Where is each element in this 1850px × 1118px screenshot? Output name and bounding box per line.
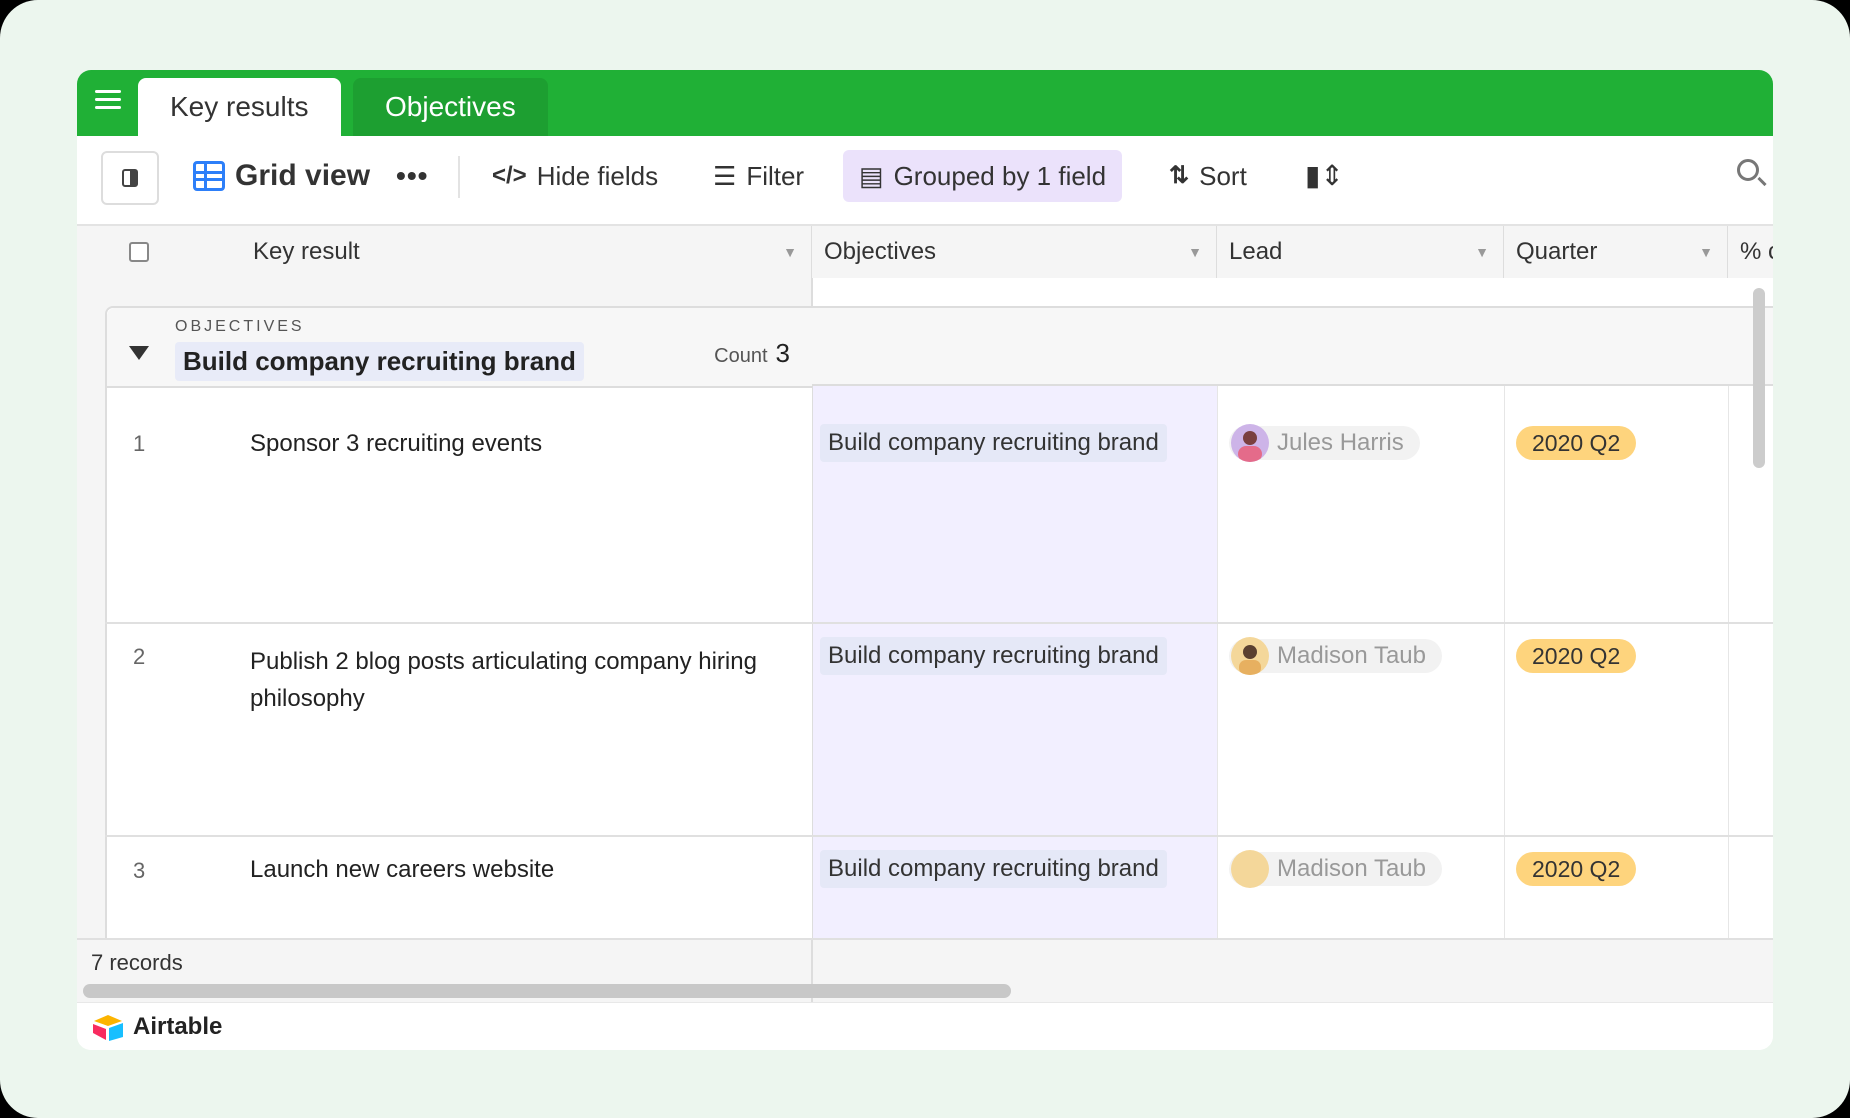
quarter-pill[interactable]: 2020 Q2 [1516,426,1637,460]
filter-button[interactable]: ☰ Filter [713,150,804,202]
hide-fields-button[interactable]: </> Hide fields [492,150,658,202]
header-percent[interactable]: % c [1728,226,1773,278]
row-number: 2 [133,644,146,669]
header-quarter-label: Quarter [1516,238,1598,265]
sort-label: Sort [1199,161,1247,191]
row-height-button[interactable]: ▮⇕ [1305,150,1344,202]
count-value: 3 [775,338,790,368]
chevron-down-icon[interactable]: ▼ [783,226,797,278]
objective-link-pill[interactable]: Build company recruiting brand [820,850,1167,888]
lead-name: Madison Taub [1277,642,1426,669]
column-header-row: Key result ▼ Objectives ▼ Lead ▼ Quarter… [77,226,1773,280]
view-name: Grid view [235,159,371,192]
lead-name: Madison Taub [1277,855,1426,882]
table-tab-bar: Key results Objectives [77,70,1773,136]
header-objectives[interactable]: Objectives ▼ [812,226,1217,278]
header-key-result-label: Key result [253,238,360,265]
chevron-down-icon[interactable]: ▼ [1188,226,1202,278]
tab-key-results[interactable]: Key results [138,78,341,136]
hamburger-menu-icon[interactable] [95,90,121,112]
lead-pill[interactable]: Madison Taub [1229,850,1442,888]
airtable-logo-icon[interactable] [91,1013,125,1041]
lead-name: Jules Harris [1277,429,1404,456]
objective-link-pill[interactable]: Build company recruiting brand [820,637,1167,675]
quarter-pill[interactable]: 2020 Q2 [1516,852,1637,886]
group-label: Grouped by 1 field [893,161,1107,191]
view-toolbar: Grid view ••• </> Hide fields ☰ Filter ▤… [77,136,1773,226]
row-divider [105,622,1773,624]
sort-icon: ⇅ [1169,162,1190,189]
chevron-down-icon[interactable]: ▼ [1699,226,1713,278]
row-number: 3 [133,858,146,883]
sidebar-toggle-button[interactable] [101,151,159,205]
lead-pill[interactable]: Madison Taub [1229,637,1442,675]
group-field-label: OBJECTIVES [175,318,305,335]
vertical-scrollbar[interactable] [1753,288,1765,468]
row-height-icon: ▮⇕ [1305,160,1344,191]
filter-label: Filter [746,161,805,191]
quarter-pill[interactable]: 2020 Q2 [1516,639,1637,673]
summary-bar: 7 records [77,938,1773,1004]
header-lead-label: Lead [1229,238,1283,265]
objective-link-pill[interactable]: Build company recruiting brand [820,424,1167,462]
record-count: 7 records [91,950,183,975]
collapse-triangle-icon[interactable] [129,346,149,360]
key-result-cell[interactable]: Launch new careers website [250,856,770,884]
airtable-logo-text[interactable]: Airtable [133,1013,222,1041]
key-result-cell[interactable]: Publish 2 blog posts articulating compan… [250,643,770,717]
header-quarter[interactable]: Quarter ▼ [1504,226,1728,278]
count-label: Count [714,345,768,367]
row-divider [105,835,1773,837]
key-result-cell[interactable]: Sponsor 3 recruiting events [250,430,770,458]
toolbar-divider [458,156,460,198]
sort-button[interactable]: ⇅ Sort [1169,150,1247,202]
search-icon[interactable] [1737,159,1759,181]
tab-objectives[interactable]: Objectives [353,78,548,136]
avatar [1231,637,1269,675]
filter-icon: ☰ [713,161,737,191]
grid-body: OBJECTIVES Build company recruiting bran… [77,278,1773,938]
header-key-result[interactable]: Key result ▼ [77,226,812,278]
header-lead[interactable]: Lead ▼ [1217,226,1504,278]
group-header-right [812,306,1773,386]
group-value: Build company recruiting brand [175,342,584,381]
header-percent-label: % c [1740,238,1773,265]
header-objectives-label: Objectives [824,238,937,265]
group-header: OBJECTIVES Build company recruiting bran… [107,308,812,388]
avatar [1231,424,1269,462]
branding-bar: Airtable [77,1002,1773,1050]
avatar [1231,850,1269,888]
view-switcher[interactable]: Grid view ••• [193,150,428,202]
page-background: Key results Objectives Grid view ••• </>… [0,0,1850,1118]
lead-pill[interactable]: Jules Harris [1229,424,1420,462]
app-window: Key results Objectives Grid view ••• </>… [77,70,1773,1050]
hide-fields-label: Hide fields [536,161,659,191]
group-count: Count 3 [714,338,790,369]
group-icon: ▤ [859,161,884,191]
group-button[interactable]: ▤ Grouped by 1 field [843,150,1123,202]
horizontal-scrollbar[interactable] [83,984,1011,998]
hide-fields-icon: </> [492,162,527,189]
sidebar-icon [122,169,138,187]
grid-view-icon [193,161,225,191]
chevron-down-icon[interactable]: ▼ [1475,226,1489,278]
more-options-icon[interactable]: ••• [396,150,428,202]
row-number: 1 [133,431,146,456]
